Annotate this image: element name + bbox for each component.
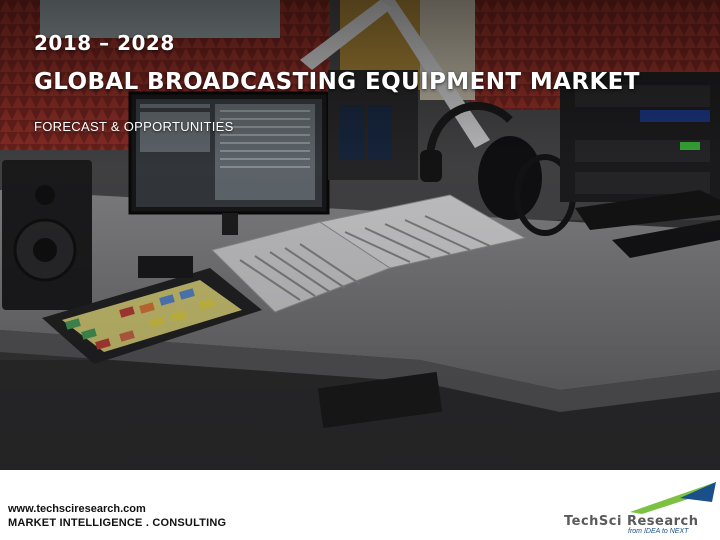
logo-name: TechSci Research — [564, 514, 699, 529]
logo-tagline: from IDEA to NEXT — [628, 528, 689, 535]
hero-image: 2018 – 2028 GLOBAL BROADCASTING EQUIPMEN… — [0, 0, 720, 470]
report-subtitle: FORECAST & OPPORTUNITIES — [34, 119, 234, 134]
report-title: GLOBAL BROADCASTING EQUIPMENT MARKET — [34, 69, 640, 95]
website-link[interactable]: www.techsciresearch.com — [8, 503, 146, 515]
forecast-years: 2018 – 2028 — [34, 31, 175, 55]
footer: www.techsciresearch.com MARKET INTELLIGE… — [0, 470, 720, 540]
techsci-logo: TechSci Research from IDEA to NEXT — [560, 478, 720, 538]
company-tagline: MARKET INTELLIGENCE . CONSULTING — [8, 517, 227, 529]
logo-swoosh-icon — [630, 482, 716, 514]
